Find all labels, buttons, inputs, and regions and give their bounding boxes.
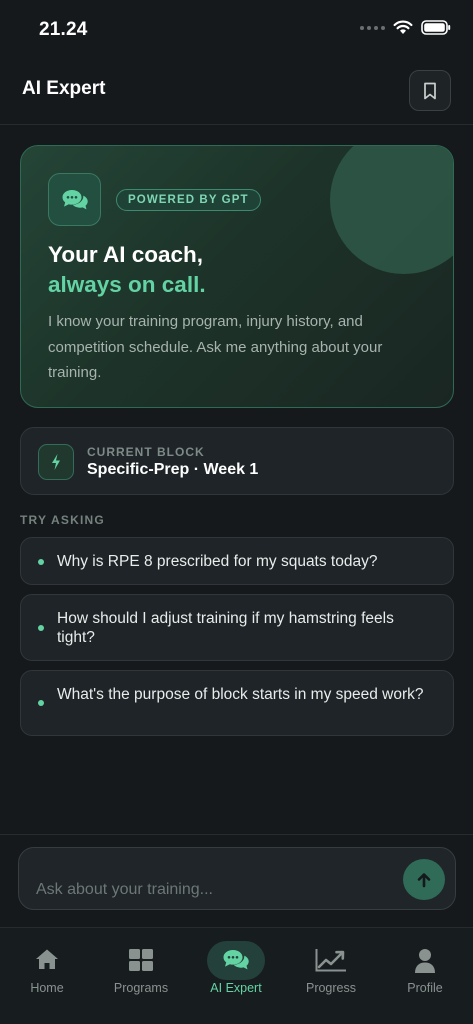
suggestion-item[interactable]: How should I adjust training if my hamst… xyxy=(20,594,454,661)
chart-line-icon xyxy=(315,948,347,972)
suggestion-text: How should I adjust training if my hamst… xyxy=(57,610,394,646)
bullet-dot xyxy=(38,559,44,565)
hero-description: I know your training program, injury his… xyxy=(48,313,383,381)
chat-bubbles-icon xyxy=(222,948,250,972)
suggestion-item[interactable]: Why is RPE 8 prescribed for my squats to… xyxy=(20,537,454,585)
current-block-card: CURRENT BLOCK Specific-Prep · Week 1 xyxy=(20,427,454,495)
chat-bubbles-icon xyxy=(62,189,88,209)
page-title: AI Expert xyxy=(22,78,106,99)
powered-by-badge: POWERED BY GPT xyxy=(116,189,261,211)
bullet-dot xyxy=(38,700,44,706)
chat-input[interactable] xyxy=(36,879,396,901)
battery-icon xyxy=(421,20,451,35)
home-icon xyxy=(35,948,59,970)
current-block-value: Specific-Prep · Week 1 xyxy=(87,461,259,478)
send-button[interactable] xyxy=(403,859,445,900)
decorative-circle xyxy=(330,146,453,274)
try-asking-label: TRY ASKING xyxy=(20,513,105,527)
app-header: AI Expert xyxy=(0,58,473,125)
divider xyxy=(0,834,473,835)
tab-label: Home xyxy=(30,981,64,995)
tab-label: AI Expert xyxy=(210,981,262,995)
grid-icon xyxy=(128,948,154,972)
hero-card: POWERED BY GPT Your AI coach, always on … xyxy=(20,145,454,408)
status-time: 21.24 xyxy=(39,19,88,40)
lightning-icon xyxy=(52,454,60,470)
arrow-up-icon xyxy=(417,872,431,887)
status-icons xyxy=(360,20,451,35)
current-block-label: CURRENT BLOCK xyxy=(87,445,205,459)
hero-icon-box xyxy=(48,173,101,226)
signal-icon xyxy=(360,25,385,30)
hero-title-accent: always on call. xyxy=(48,272,206,297)
chat-composer xyxy=(18,847,456,910)
tab-home[interactable]: Home xyxy=(0,928,94,1024)
block-icon-box xyxy=(38,444,74,480)
tab-profile[interactable]: Profile xyxy=(378,928,472,1024)
suggestion-text: What's the purpose of block starts in my… xyxy=(57,686,424,703)
tab-progress[interactable]: Progress xyxy=(284,928,378,1024)
status-bar: 21.24 xyxy=(0,0,473,58)
tab-programs[interactable]: Programs xyxy=(94,928,188,1024)
tab-label: Progress xyxy=(305,981,357,995)
suggestion-item[interactable]: What's the purpose of block starts in my… xyxy=(20,670,454,736)
bullet-dot xyxy=(38,625,44,631)
hero-title: Your AI coach, xyxy=(48,242,204,267)
tab-bar: Home Programs AI Expert Progress Profile xyxy=(0,927,473,1024)
tab-label: Programs xyxy=(113,981,169,995)
bookmark-button[interactable] xyxy=(409,70,451,111)
person-icon xyxy=(414,948,436,974)
wifi-icon xyxy=(393,20,413,34)
suggestion-text: Why is RPE 8 prescribed for my squats to… xyxy=(57,553,378,570)
tab-ai-expert[interactable]: AI Expert xyxy=(189,928,283,1024)
tab-label: Profile xyxy=(407,981,443,995)
bookmark-icon xyxy=(424,82,436,99)
